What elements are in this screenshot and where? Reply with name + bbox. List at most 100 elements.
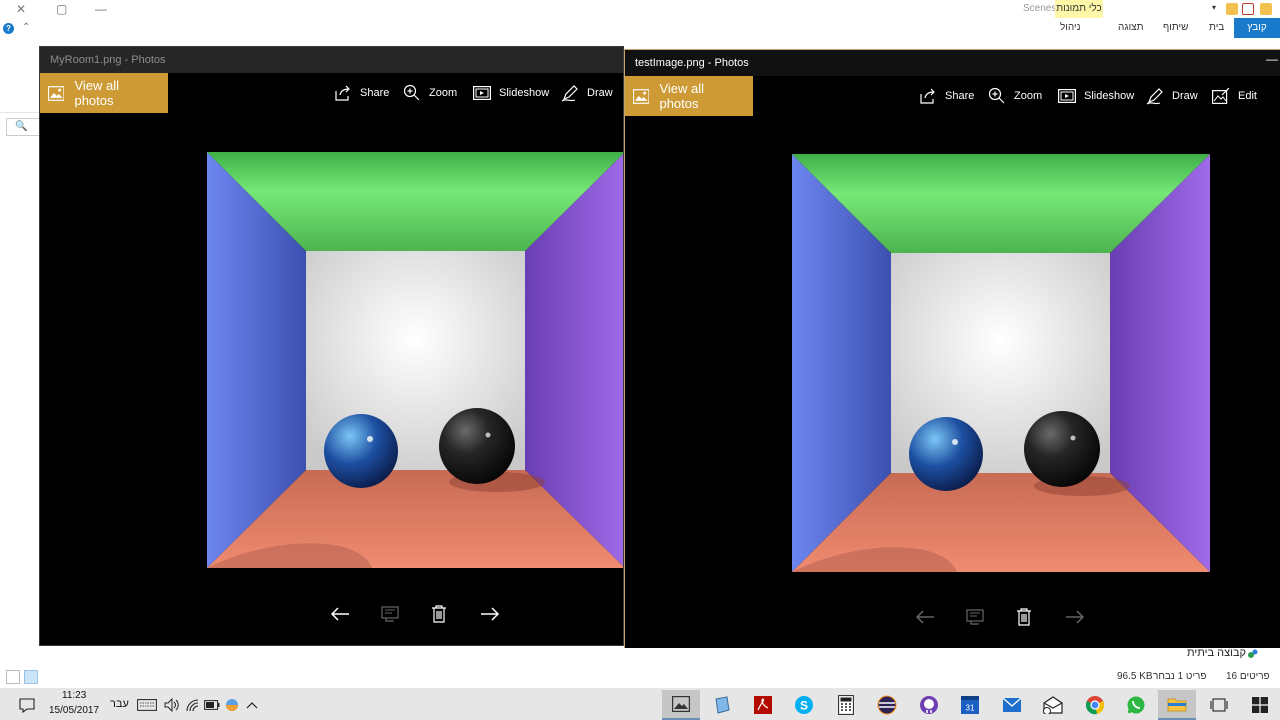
picture-icon xyxy=(48,85,65,101)
skype-app-icon[interactable]: S xyxy=(785,690,823,720)
outlook-app-icon[interactable] xyxy=(1034,690,1072,720)
photos-app-icon[interactable] xyxy=(662,690,700,720)
calculator-app-icon[interactable] xyxy=(827,690,865,720)
large-icons-view-button[interactable] xyxy=(24,670,38,684)
svg-text:31: 31 xyxy=(966,704,975,713)
share-button[interactable]: Share xyxy=(334,83,389,103)
chevron-up-icon[interactable] xyxy=(241,690,263,720)
zoom-icon xyxy=(988,87,1005,104)
restore-icon[interactable]: ▢ xyxy=(56,2,67,16)
ribbon-expand-icon[interactable]: ⌃ xyxy=(22,22,30,33)
share-label: Share xyxy=(945,90,975,102)
draw-label: Draw xyxy=(587,87,613,99)
window-title: testImage.png - Photos xyxy=(635,57,749,69)
acrobat-app-icon[interactable] xyxy=(744,690,782,720)
draw-label: Draw xyxy=(1172,90,1198,102)
delete-icon[interactable] xyxy=(1013,606,1035,628)
picture-icon xyxy=(633,88,650,104)
slideshow-button[interactable]: Slideshow xyxy=(473,83,549,103)
titlebar[interactable]: MyRoom1.png - Photos xyxy=(40,47,623,73)
set-as-icon[interactable] xyxy=(964,606,986,628)
zoom-label: Zoom xyxy=(1014,90,1043,102)
start-windows-icon[interactable] xyxy=(1241,690,1279,720)
battery-icon[interactable] xyxy=(201,690,223,720)
slideshow-button[interactable]: Slideshow xyxy=(1058,86,1134,106)
notepad-app-icon[interactable] xyxy=(703,690,741,720)
keyboard-icon[interactable] xyxy=(136,690,158,720)
titlebar[interactable]: testImage.png - Photos — xyxy=(625,50,1280,76)
help-icon[interactable]: ? xyxy=(3,23,14,34)
homegroup-icon xyxy=(1248,649,1258,658)
slideshow-label: Slideshow xyxy=(499,87,550,99)
properties-icon[interactable] xyxy=(1242,3,1254,15)
view-all-photos-button[interactable]: View all photos xyxy=(625,76,753,116)
ribbon-tab-manage[interactable]: ניהול xyxy=(1060,22,1081,33)
mail-app-icon[interactable] xyxy=(993,690,1031,720)
share-button[interactable]: Share xyxy=(919,86,974,106)
action-center-icon[interactable] xyxy=(8,690,46,720)
clock-time[interactable]: 11:23 xyxy=(62,690,86,701)
search-icon[interactable]: 🔍 xyxy=(6,118,40,136)
edit-icon xyxy=(1212,88,1230,104)
slideshow-icon xyxy=(473,86,491,100)
status-selected: פריט 1 נבחר xyxy=(1153,671,1207,682)
file-explorer-app-icon[interactable] xyxy=(1158,690,1196,720)
rendered-room-image xyxy=(207,152,623,568)
picture-tools-label: כלי תמונות xyxy=(1055,0,1103,18)
ribbon-tab-home[interactable]: בית xyxy=(1209,22,1224,33)
github-app-icon[interactable] xyxy=(910,690,948,720)
homegroup-label[interactable]: קבוצה ביתית xyxy=(1187,647,1246,659)
share-label: Share xyxy=(360,87,390,99)
slideshow-label: Slideshow xyxy=(1084,90,1135,102)
set-as-icon[interactable] xyxy=(379,603,401,625)
new-folder-icon[interactable] xyxy=(1260,3,1272,15)
bottom-nav xyxy=(40,589,623,645)
taskbar: 11:23 15/05/2017 עבר S 31 xyxy=(0,688,1280,720)
draw-button[interactable]: Draw xyxy=(561,83,613,103)
draw-icon xyxy=(1146,88,1163,105)
delete-icon[interactable] xyxy=(428,603,450,625)
qat-dropdown-icon[interactable]: ▾ xyxy=(1212,3,1224,15)
view-all-photos-button[interactable]: View all photos xyxy=(40,73,168,113)
calendar-app-icon[interactable]: 31 xyxy=(951,690,989,720)
ribbon-tab-view[interactable]: תצוגה xyxy=(1118,22,1144,33)
clock-date[interactable]: 15/05/2017 xyxy=(49,705,99,716)
bottom-nav xyxy=(625,592,1280,648)
task-view-icon[interactable] xyxy=(1200,690,1238,720)
whatsapp-app-icon[interactable] xyxy=(1117,690,1155,720)
slideshow-icon xyxy=(1058,89,1076,103)
edit-button[interactable]: Edit xyxy=(1212,86,1257,106)
share-icon xyxy=(335,85,350,101)
share-icon xyxy=(920,88,935,104)
status-items-count: 16 פריטים xyxy=(1226,671,1270,682)
rendered-room-image xyxy=(792,154,1210,572)
details-view-button[interactable] xyxy=(6,670,20,684)
zoom-button[interactable]: Zoom xyxy=(403,83,457,103)
next-arrow-icon[interactable] xyxy=(1064,606,1086,628)
photos-window-testimage: testImage.png - Photos — View all photos… xyxy=(624,49,1280,648)
volume-icon[interactable] xyxy=(161,690,183,720)
tray-app-icon[interactable] xyxy=(221,690,243,720)
ribbon-tab-file[interactable]: קובץ xyxy=(1234,18,1280,38)
previous-arrow-icon[interactable] xyxy=(914,606,936,628)
divider xyxy=(0,112,40,113)
close-icon[interactable]: ✕ xyxy=(16,2,26,16)
zoom-button[interactable]: Zoom xyxy=(988,86,1042,106)
edit-label: Edit xyxy=(1238,90,1257,102)
zoom-label: Zoom xyxy=(429,87,458,99)
draw-button[interactable]: Draw xyxy=(1146,86,1198,106)
minimize-icon[interactable]: — xyxy=(95,2,107,16)
status-size: 96.5 KB xyxy=(1117,671,1153,682)
next-arrow-icon[interactable] xyxy=(479,603,501,625)
chrome-app-icon[interactable] xyxy=(1076,690,1114,720)
zoom-icon xyxy=(403,84,420,101)
window-title: MyRoom1.png - Photos xyxy=(50,54,166,66)
svg-text:S: S xyxy=(800,699,808,713)
ribbon-tab-share[interactable]: שיתוף xyxy=(1163,22,1188,33)
eclipse-app-icon[interactable] xyxy=(868,690,906,720)
view-all-label: View all photos xyxy=(659,81,705,111)
previous-arrow-icon[interactable] xyxy=(329,603,351,625)
language-indicator[interactable]: עבר xyxy=(110,698,129,710)
draw-icon xyxy=(561,85,578,102)
minimize-icon[interactable]: — xyxy=(1266,52,1278,66)
